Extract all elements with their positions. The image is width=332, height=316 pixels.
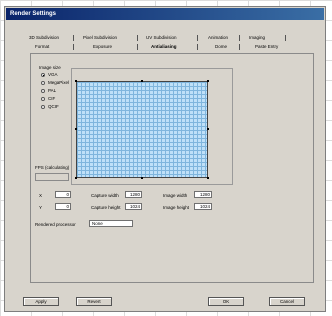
capture-height-field[interactable]: 1024 <box>125 203 142 210</box>
tab-divider <box>239 35 240 41</box>
tab-format[interactable]: Format <box>35 44 49 49</box>
rendered-processor-label: Rendered processor <box>35 222 76 227</box>
tab-antialiasing[interactable]: Antialiasing <box>151 44 177 49</box>
capture-height-label: Capture height <box>91 205 121 210</box>
tab-imaging[interactable]: Imaging <box>249 35 265 40</box>
image-width-label: Image width <box>163 193 188 198</box>
radio-qcif-label: QCIF <box>48 104 59 109</box>
resize-handle[interactable] <box>75 80 77 82</box>
x-label: X <box>39 193 43 198</box>
tab-paste-entry[interactable]: Paste Entry <box>255 44 278 49</box>
resize-handle[interactable] <box>75 177 77 179</box>
tab-3d-subdivision[interactable]: 3D Subdivision <box>29 35 59 40</box>
preview-canvas[interactable] <box>71 68 233 185</box>
image-size-label: Image size <box>39 65 61 70</box>
apply-button[interactable]: Apply <box>23 297 59 306</box>
resize-handle[interactable] <box>207 128 209 130</box>
resize-handle[interactable] <box>207 80 209 82</box>
cancel-button[interactable]: Cancel <box>269 297 305 306</box>
fps-label: FPS (calculating) <box>35 165 70 170</box>
y-label: Y <box>39 205 43 210</box>
capture-width-label: Capture width <box>91 193 119 198</box>
radio-qcif[interactable] <box>41 105 45 109</box>
tab-animation[interactable]: Animation <box>208 35 228 40</box>
render-settings-dialog: Render Settings 3D Subdivision Pixel Sub… <box>4 6 326 312</box>
tab-uv-subdivision[interactable]: UV Subdivision <box>146 35 177 40</box>
radio-cif-label: CIF <box>48 96 56 101</box>
radio-vga-label: VGA <box>48 72 58 77</box>
selection-grid[interactable] <box>75 80 209 179</box>
image-width-field[interactable]: 1280 <box>194 191 212 198</box>
tab-divider <box>137 35 138 41</box>
image-height-field[interactable]: 1024 <box>194 203 212 210</box>
radio-pal-label: PAL <box>48 88 57 93</box>
tab-divider <box>73 35 74 41</box>
resize-handle[interactable] <box>141 80 143 82</box>
radio-megapixel-label: MegaPixel <box>48 80 70 85</box>
y-field[interactable]: 0 <box>55 203 71 210</box>
tab-pixel-subdivision[interactable]: Pixel Subdivision <box>83 35 117 40</box>
tab-divider <box>73 44 74 50</box>
tab-dome[interactable]: Dome <box>215 44 227 49</box>
tab-divider <box>197 44 198 50</box>
radio-megapixel[interactable] <box>41 81 45 85</box>
x-field[interactable]: 0 <box>55 191 71 198</box>
tab-divider <box>137 44 138 50</box>
image-height-label: Image height <box>163 205 190 210</box>
title-bar[interactable]: Render Settings <box>6 8 324 20</box>
resize-handle[interactable] <box>75 128 77 130</box>
radio-vga[interactable] <box>41 73 45 77</box>
resize-handle[interactable] <box>207 177 209 179</box>
revert-button[interactable]: Revert <box>76 297 112 306</box>
tab-exposure[interactable]: Exposure <box>93 44 112 49</box>
fps-display <box>35 173 69 181</box>
tab-divider <box>285 35 286 41</box>
ok-button[interactable]: OK <box>208 297 244 306</box>
tab-divider <box>239 44 240 50</box>
window-title: Render Settings <box>10 11 57 17</box>
radio-cif[interactable] <box>41 97 45 101</box>
rendered-processor-field[interactable]: None <box>89 220 133 227</box>
resize-handle[interactable] <box>141 177 143 179</box>
tab-divider <box>197 35 198 41</box>
radio-pal[interactable] <box>41 89 45 93</box>
capture-width-field[interactable]: 1280 <box>125 191 142 198</box>
